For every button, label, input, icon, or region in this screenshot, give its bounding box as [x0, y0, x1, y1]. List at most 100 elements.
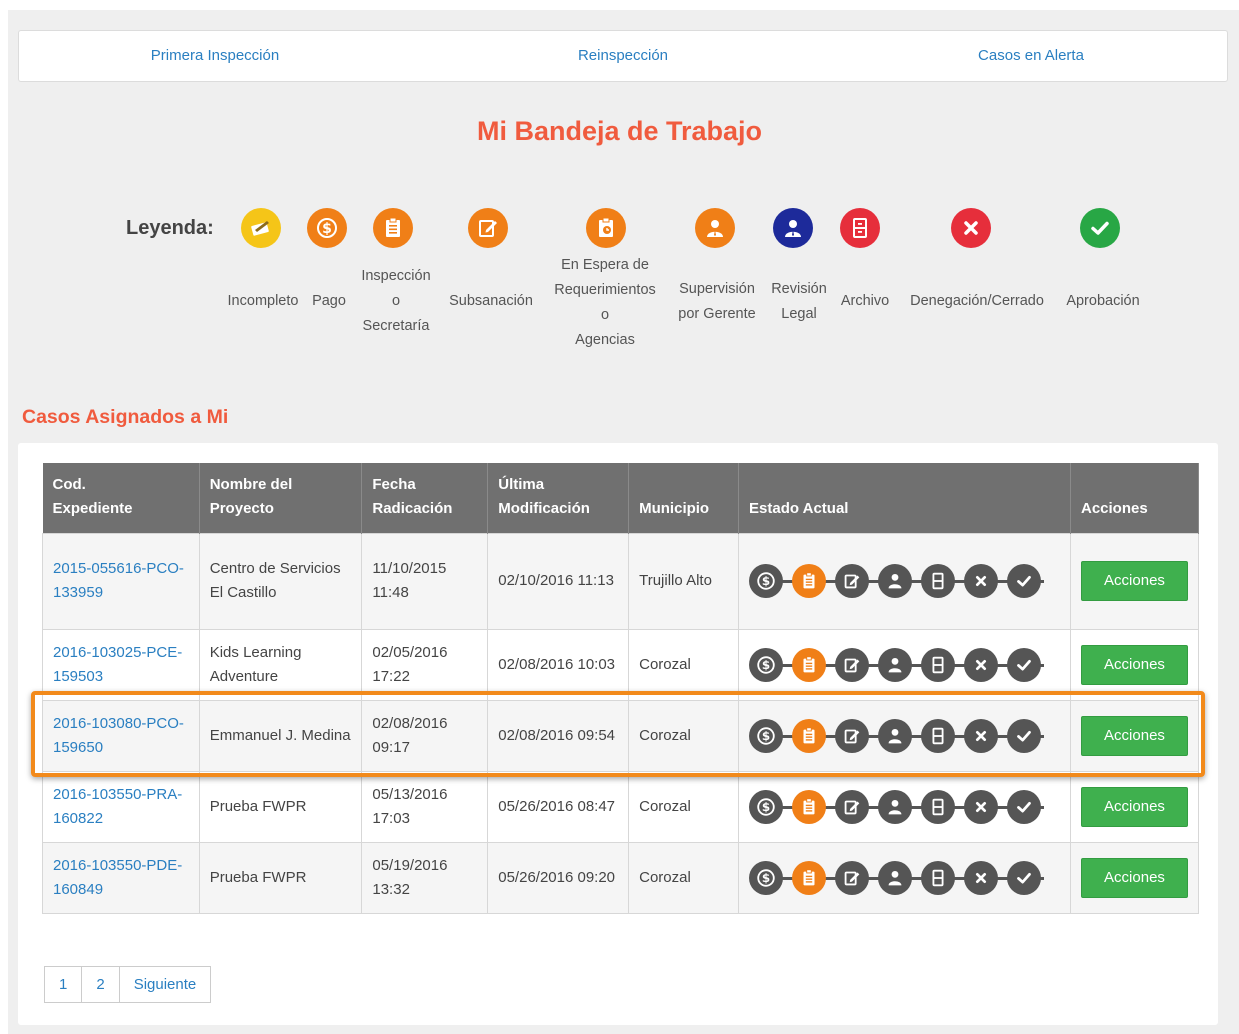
- cell-acciones: Acciones: [1069, 841, 1200, 914]
- status-supervision-icon: [878, 789, 913, 824]
- page-1-button[interactable]: 1: [44, 966, 83, 1003]
- cell-radicacion: 05/13/2016 17:03: [361, 770, 489, 843]
- col-header-expediente: Cod. Expediente: [42, 463, 200, 533]
- cell-radicacion: 05/19/2016 13:32: [361, 841, 489, 914]
- manager-icon: [773, 208, 813, 248]
- svg-text:$: $: [762, 574, 770, 588]
- cell-expediente: 2016-103550-PRA-160822: [42, 770, 200, 843]
- pencil-paper-icon: [241, 208, 281, 248]
- status-supervision-icon: [878, 564, 913, 598]
- acciones-button[interactable]: Acciones: [1080, 857, 1188, 898]
- cases-table: Cod. Expediente Nombre del Proyecto Fech…: [42, 463, 1200, 914]
- status-supervision-icon: [878, 860, 913, 895]
- clipboard-clock-icon: [586, 208, 626, 248]
- cell-proyecto: Kids Learning Adventure: [198, 628, 363, 701]
- legend-text-incompleto: Incompleto: [227, 293, 299, 309]
- cell-radicacion: 02/05/2016 17:22: [361, 628, 489, 701]
- status-chain: $: [749, 787, 1054, 827]
- svg-text:$: $: [762, 871, 770, 885]
- tab-primera-inspeccion[interactable]: Primera Inspección: [151, 47, 279, 64]
- cell-radicacion: 11/10/2015 11:48: [361, 532, 489, 630]
- cell-acciones: Acciones: [1069, 532, 1200, 630]
- tab-reinspeccion[interactable]: Reinspección: [578, 47, 668, 64]
- x-icon: [951, 208, 991, 248]
- svg-text:$: $: [762, 800, 770, 814]
- legend-text-supervision: Supervisión por Gerente: [678, 281, 756, 322]
- dollar-icon: $: [307, 208, 347, 248]
- status-inspeccion-icon: [792, 860, 827, 895]
- cell-estado: $: [738, 770, 1071, 843]
- legend-text-en-espera: En Espera de Requerimientos o Agencias: [554, 257, 656, 348]
- status-chain: $: [749, 858, 1054, 898]
- status-aprobacion-icon: [1007, 860, 1042, 895]
- legend-text-inspeccion: Inspección o Secretaría: [361, 268, 431, 334]
- status-denegacion-icon: [964, 564, 999, 598]
- cell-acciones: Acciones: [1069, 628, 1200, 701]
- tab-casos-en-alerta[interactable]: Casos en Alerta: [978, 47, 1084, 64]
- table-header-row: Cod. Expediente Nombre del Proyecto Fech…: [42, 463, 1200, 533]
- table-row: 2015-055616-PCO-133959 Centro de Servicio…: [42, 532, 1200, 630]
- edit-icon: [468, 208, 508, 248]
- page-title: Mi Bandeja de Trabajo: [476, 116, 763, 146]
- svg-text:$: $: [762, 658, 770, 672]
- acciones-button[interactable]: Acciones: [1080, 644, 1188, 685]
- clipboard-icon: [373, 208, 413, 248]
- status-subsanacion-icon: [835, 647, 870, 682]
- col-header-radicacion: Fecha Radicación: [361, 463, 489, 533]
- cell-acciones: Acciones: [1069, 770, 1200, 843]
- cell-modificacion: 02/08/2016 10:03: [487, 628, 630, 701]
- status-pago-icon: $: [749, 647, 784, 682]
- cell-proyecto: Prueba FWPR: [198, 770, 363, 843]
- col-header-modificacion: Última Modificación: [487, 463, 630, 533]
- check-icon: [1080, 208, 1120, 248]
- legend-text-denegacion: Denegación/Cerrado: [910, 293, 1044, 309]
- legend-text-subsanacion: Subsanación: [449, 293, 533, 309]
- col-header-municipio: Municipio: [628, 463, 740, 533]
- status-denegacion-icon: [964, 647, 999, 682]
- status-inspeccion-icon: [792, 564, 827, 598]
- status-inspeccion-icon: [792, 789, 827, 824]
- acciones-button[interactable]: Acciones: [1080, 786, 1188, 827]
- page-2-button[interactable]: 2: [81, 966, 120, 1003]
- status-archivo-icon: [921, 789, 956, 824]
- archive-icon: [840, 208, 880, 248]
- status-archivo-icon: [921, 564, 956, 598]
- next-page-button[interactable]: Siguiente: [118, 966, 212, 1003]
- cell-municipio: Corozal: [628, 841, 740, 914]
- status-denegacion-icon: [964, 789, 999, 824]
- status-inspeccion-icon: [792, 647, 827, 682]
- acciones-button[interactable]: Acciones: [1080, 561, 1188, 601]
- legend-text-aprobacion: Aprobación: [1066, 293, 1140, 309]
- svg-text:$: $: [322, 221, 332, 237]
- cell-municipio: Trujillo Alto: [628, 532, 740, 630]
- status-subsanacion-icon: [835, 789, 870, 824]
- cell-modificacion: 02/10/2016 11:13: [487, 532, 630, 630]
- cell-municipio: Corozal: [628, 628, 740, 701]
- cell-expediente: 2016-103550-PDE-160849: [42, 841, 200, 914]
- status-pago-icon: $: [749, 564, 784, 598]
- legend-text-archivo: Archivo: [840, 293, 890, 309]
- col-header-proyecto: Nombre del Proyecto: [199, 463, 363, 533]
- status-pago-icon: $: [749, 860, 784, 895]
- status-archivo-icon: [921, 860, 956, 895]
- status-chain: $: [749, 645, 1054, 685]
- expediente-link[interactable]: 2016-103550-PRA-160822: [53, 786, 182, 827]
- pagination: 1 2 Siguiente: [44, 966, 212, 1003]
- expediente-link[interactable]: 2016-103550-PDE-160849: [53, 857, 182, 898]
- cell-municipio: Corozal: [628, 770, 740, 843]
- expediente-link[interactable]: 2015-055616-PCO-133959: [53, 560, 184, 601]
- table-row: 2016-103550-PRA-160822 Prueba FWPR 05/13/2…: [42, 770, 1200, 843]
- legend-text-pago: Pago: [312, 293, 346, 309]
- cell-modificacion: 05/26/2016 09:20: [487, 841, 630, 914]
- status-aprobacion-icon: [1007, 647, 1042, 682]
- cell-estado: $: [738, 628, 1071, 701]
- cell-proyecto: Prueba FWPR: [198, 841, 363, 914]
- cell-expediente: 2015-055616-PCO-133959: [42, 532, 200, 630]
- manager-icon: [695, 208, 735, 248]
- cell-estado: $: [738, 841, 1071, 914]
- col-header-estado: Estado Actual: [738, 463, 1071, 533]
- cell-modificacion: 05/26/2016 08:47: [487, 770, 630, 843]
- cell-expediente: 2016-103025-PCE-159503: [42, 628, 200, 701]
- status-supervision-icon: [878, 647, 913, 682]
- expediente-link[interactable]: 2016-103025-PCE-159503: [53, 644, 182, 685]
